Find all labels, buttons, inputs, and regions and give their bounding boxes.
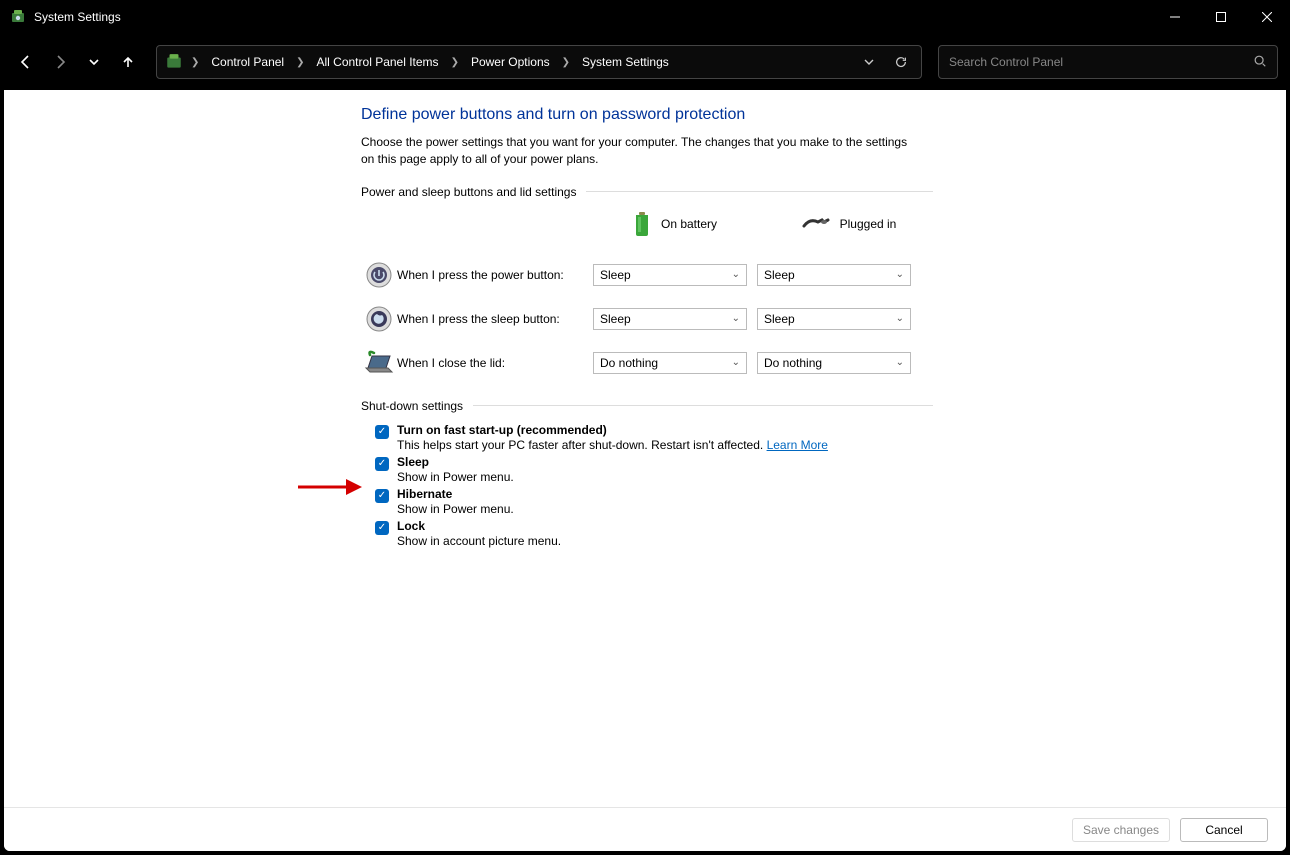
chevron-down-icon: ⌄ xyxy=(896,313,904,324)
titlebar: System Settings xyxy=(0,0,1290,34)
sleep-button-battery-select[interactable]: Sleep ⌄ xyxy=(593,308,747,330)
up-button[interactable] xyxy=(114,48,142,76)
forward-button[interactable] xyxy=(46,48,74,76)
power-button-battery-select[interactable]: Sleep ⌄ xyxy=(593,264,747,286)
column-header-plugged: Plugged in xyxy=(840,217,897,231)
option-row-power-button: When I press the power button: Sleep ⌄ S… xyxy=(361,253,933,297)
minimize-button[interactable] xyxy=(1152,0,1198,34)
select-value: Sleep xyxy=(600,312,631,326)
chevron-right-icon[interactable]: ❯ xyxy=(560,57,572,68)
checkbox-subtitle: Show in Power menu. xyxy=(397,502,514,516)
fast-startup-checkbox[interactable]: ✓ xyxy=(375,425,389,439)
plug-icon xyxy=(802,216,830,232)
section-label-text: Power and sleep buttons and lid settings xyxy=(361,185,576,199)
page-description: Choose the power settings that you want … xyxy=(361,134,921,169)
select-value: Sleep xyxy=(764,268,795,282)
option-label: When I press the power button: xyxy=(397,268,593,282)
checkbox-subtitle: Show in account picture menu. xyxy=(397,534,561,548)
toolbar: ❯ Control Panel ❯ All Control Panel Item… xyxy=(0,34,1290,90)
learn-more-link[interactable]: Learn More xyxy=(767,438,828,452)
checkbox-subtitle: This helps start your PC faster after sh… xyxy=(397,438,828,452)
chevron-down-icon: ⌄ xyxy=(732,313,740,324)
select-value: Do nothing xyxy=(764,356,822,370)
search-box[interactable] xyxy=(938,45,1278,79)
checkbox-title: Hibernate xyxy=(397,487,514,501)
address-bar[interactable]: ❯ Control Panel ❯ All Control Panel Item… xyxy=(156,45,922,79)
lid-plugged-select[interactable]: Do nothing ⌄ xyxy=(757,352,911,374)
annotation-arrow-icon xyxy=(296,476,366,498)
hibernate-checkbox[interactable]: ✓ xyxy=(375,489,389,503)
app-icon xyxy=(10,9,26,25)
option-label: When I close the lid: xyxy=(397,356,593,370)
search-input[interactable] xyxy=(949,55,1253,69)
section-label-text: Shut-down settings xyxy=(361,399,463,413)
control-panel-icon xyxy=(165,53,183,71)
section-rule xyxy=(473,405,933,406)
section-power-buttons: Power and sleep buttons and lid settings xyxy=(361,185,933,199)
sleep-checkbox[interactable]: ✓ xyxy=(375,457,389,471)
checkbox-subtitle: Show in Power menu. xyxy=(397,470,514,484)
checkbox-title: Sleep xyxy=(397,455,514,469)
content-area: Define power buttons and turn on passwor… xyxy=(4,90,1286,851)
select-value: Sleep xyxy=(764,312,795,326)
chevron-down-icon: ⌄ xyxy=(732,357,740,368)
power-button-icon xyxy=(365,261,393,289)
cancel-button[interactable]: Cancel xyxy=(1180,818,1268,842)
close-button[interactable] xyxy=(1244,0,1290,34)
option-row-sleep-button: When I press the sleep button: Sleep ⌄ S… xyxy=(361,297,933,341)
footer: Save changes Cancel xyxy=(4,807,1286,851)
power-button-plugged-select[interactable]: Sleep ⌄ xyxy=(757,264,911,286)
laptop-lid-icon xyxy=(364,350,394,376)
recent-locations-button[interactable] xyxy=(80,48,108,76)
select-value: Sleep xyxy=(600,268,631,282)
breadcrumb-item[interactable]: All Control Panel Items xyxy=(311,51,445,73)
breadcrumb-item[interactable]: Control Panel xyxy=(205,51,290,73)
page-title: Define power buttons and turn on passwor… xyxy=(361,106,933,124)
section-rule xyxy=(586,191,933,192)
sleep-button-icon xyxy=(365,305,393,333)
back-button[interactable] xyxy=(12,48,40,76)
option-label: When I press the sleep button: xyxy=(397,312,593,326)
chevron-down-icon: ⌄ xyxy=(896,269,904,280)
breadcrumb-item[interactable]: System Settings xyxy=(576,51,675,73)
chevron-down-icon: ⌄ xyxy=(896,357,904,368)
chevron-right-icon[interactable]: ❯ xyxy=(294,57,306,68)
window-title: System Settings xyxy=(34,10,121,24)
checkbox-title: Turn on fast start-up (recommended) xyxy=(397,423,828,437)
sleep-button-plugged-select[interactable]: Sleep ⌄ xyxy=(757,308,911,330)
maximize-button[interactable] xyxy=(1198,0,1244,34)
chevron-right-icon[interactable]: ❯ xyxy=(449,57,461,68)
lock-checkbox[interactable]: ✓ xyxy=(375,521,389,535)
column-headers: On battery Plugged in xyxy=(361,209,933,239)
lid-battery-select[interactable]: Do nothing ⌄ xyxy=(593,352,747,374)
breadcrumb-item[interactable]: Power Options xyxy=(465,51,556,73)
chevron-right-icon[interactable]: ❯ xyxy=(189,57,201,68)
column-header-battery: On battery xyxy=(661,217,717,231)
checkbox-title: Lock xyxy=(397,519,561,533)
select-value: Do nothing xyxy=(600,356,658,370)
search-icon[interactable] xyxy=(1253,54,1267,71)
save-changes-button[interactable]: Save changes xyxy=(1072,818,1170,842)
refresh-button[interactable] xyxy=(887,48,915,76)
section-shutdown: Shut-down settings xyxy=(361,399,933,413)
battery-icon xyxy=(633,212,651,236)
option-row-lid: When I close the lid: Do nothing ⌄ Do no… xyxy=(361,341,933,385)
chevron-down-icon: ⌄ xyxy=(732,269,740,280)
address-history-button[interactable] xyxy=(855,48,883,76)
